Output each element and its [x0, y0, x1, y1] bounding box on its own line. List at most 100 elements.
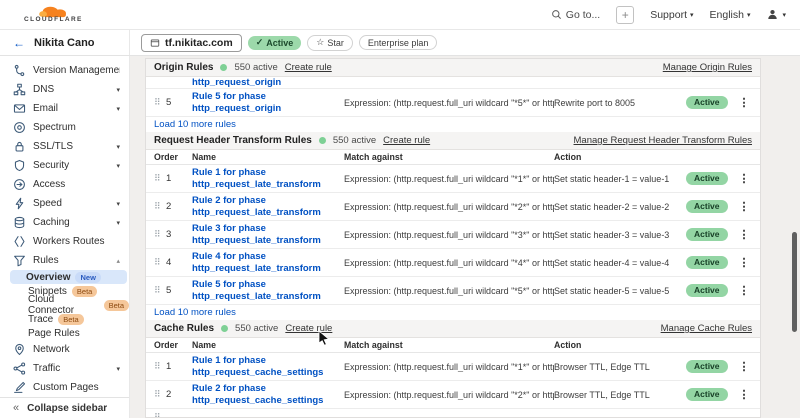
- rule-name-link[interactable]: Rule 1 for phasehttp_request_late_transf…: [192, 167, 344, 190]
- sidebar-item-access[interactable]: Access: [0, 175, 129, 194]
- sidebar-item-dns[interactable]: DNS▾: [0, 80, 129, 99]
- order-cell: 2: [166, 201, 192, 212]
- kebab-menu-icon[interactable]: ⋮: [736, 360, 752, 373]
- badge-new: New: [75, 272, 100, 283]
- status-badge: Active: [686, 284, 728, 297]
- rule-name-link[interactable]: Rule 5 for phasehttp_request_late_transf…: [192, 279, 344, 302]
- match-cell: Expression: (http.request.full_uri wildc…: [344, 174, 554, 184]
- drag-handle-icon[interactable]: ⠿: [154, 230, 166, 239]
- sidebar-subitem-trace[interactable]: TraceBeta: [0, 312, 129, 326]
- rule-name-link[interactable]: Rule 4 for phasehttp_request_late_transf…: [192, 251, 344, 274]
- kebab-menu-icon[interactable]: ⋮: [736, 388, 752, 401]
- manage-rules-link[interactable]: Manage Cache Rules: [661, 323, 752, 334]
- drag-handle-icon[interactable]: ⠿: [154, 286, 166, 295]
- drag-handle-icon[interactable]: ⠿: [154, 413, 166, 418]
- column-header: Order: [154, 152, 192, 162]
- rule-name-link[interactable]: Rule 2 for phasehttp_request_cache_setti…: [192, 383, 344, 406]
- sidebar-item-speed[interactable]: Speed▾: [0, 194, 129, 213]
- sidebar-item-rules[interactable]: Rules▴: [0, 251, 129, 270]
- account-name: Nikita Cano: [34, 37, 95, 49]
- drag-handle-icon[interactable]: ⠿: [154, 202, 166, 211]
- sidebar-item-security[interactable]: Security▾: [0, 156, 129, 175]
- create-rule-link[interactable]: Create rule: [285, 323, 332, 334]
- match-cell: Expression: (http.request.full_uri wildc…: [344, 230, 554, 240]
- sidebar-item-traffic[interactable]: Traffic▾: [0, 359, 129, 378]
- caching-icon: [13, 216, 26, 229]
- site-header-bar: ← Nikita Cano tf.nikitac.com ✓ Active ☆ …: [0, 30, 800, 56]
- action-cell: Set static header-1 = value-1: [554, 174, 686, 184]
- kebab-menu-icon[interactable]: ⋮: [736, 96, 752, 109]
- user-account-menu[interactable]: ▾: [766, 8, 786, 21]
- section-header-origin-rules: Origin Rules550 activeCreate ruleManage …: [146, 59, 760, 77]
- sidebar-item-network[interactable]: Network: [0, 340, 129, 359]
- drag-handle-icon[interactable]: ⠿: [154, 390, 166, 399]
- domain-selector[interactable]: tf.nikitac.com: [141, 34, 242, 52]
- rule-name-line: Rule 3 for phase: [192, 223, 344, 235]
- sidebar-subitem-page-rules[interactable]: Page Rules: [0, 326, 129, 340]
- manage-rules-link[interactable]: Manage Request Header Transform Rules: [574, 135, 752, 146]
- table-row: ⠿3Rule 3 for phasehttp_request_late_tran…: [146, 221, 760, 249]
- support-menu[interactable]: Support ▾: [650, 9, 693, 21]
- sidebar-item-label: Traffic: [33, 363, 60, 374]
- status-badge-wrap: Active: [686, 228, 736, 241]
- sidebar-item-version-management[interactable]: Version Management: [0, 61, 129, 80]
- sidebar-subitem-label: Trace: [28, 314, 53, 325]
- manage-rules-link[interactable]: Manage Origin Rules: [663, 62, 752, 73]
- language-label: English: [710, 9, 744, 21]
- sidebar-item-caching[interactable]: Caching▾: [0, 213, 129, 232]
- rule-name-link[interactable]: http_request_origin: [192, 77, 344, 89]
- drag-handle-icon[interactable]: ⠿: [154, 362, 166, 371]
- rule-name-link[interactable]: Rule 2 for phasehttp_request_late_transf…: [192, 195, 344, 218]
- column-header: Action: [554, 340, 752, 350]
- action-cell: Set static header-4 = value-4: [554, 258, 686, 268]
- custom-pages-icon: [13, 381, 26, 394]
- chevron-down-icon: ▾: [782, 11, 786, 19]
- rule-name-line: http_request_origin: [192, 103, 344, 115]
- sidebar-item-email[interactable]: Email▾: [0, 99, 129, 118]
- star-button[interactable]: ☆ Star: [307, 35, 353, 51]
- rule-name-link[interactable]: Rule 3 for phasehttp_request_late_transf…: [192, 223, 344, 246]
- go-to-search[interactable]: Go to...: [551, 9, 600, 21]
- drag-handle-icon[interactable]: ⠿: [154, 174, 166, 183]
- create-rule-link[interactable]: Create rule: [285, 62, 332, 73]
- rule-name-link[interactable]: Rule 5 for phasehttp_request_origin: [192, 91, 344, 114]
- column-header: Match against: [344, 340, 554, 350]
- status-badge-wrap: Active: [686, 360, 736, 373]
- kebab-menu-icon[interactable]: ⋮: [736, 256, 752, 269]
- collapse-sidebar-button[interactable]: « Collapse sidebar: [0, 397, 129, 418]
- sidebar-subitem-overview[interactable]: OverviewNew: [10, 270, 127, 284]
- kebab-menu-icon[interactable]: ⋮: [736, 228, 752, 241]
- create-rule-link[interactable]: Create rule: [383, 135, 430, 146]
- load-more-link[interactable]: Load 10 more rules: [154, 119, 236, 130]
- table-row: ⠿4Rule 4 for phasehttp_request_late_tran…: [146, 249, 760, 277]
- status-badge: Active: [686, 200, 728, 213]
- kebab-menu-icon[interactable]: ⋮: [736, 200, 752, 213]
- section-title: Cache Rules: [154, 323, 214, 334]
- cloudflare-logo[interactable]: CLOUDFLARE: [24, 5, 83, 24]
- language-menu[interactable]: English ▾: [710, 9, 751, 21]
- drag-handle-icon[interactable]: ⠿: [154, 258, 166, 267]
- match-cell: Expression: (http.request.full_uri wildc…: [344, 390, 554, 400]
- section-title: Origin Rules: [154, 62, 213, 73]
- plan-badge: Enterprise plan: [359, 35, 438, 50]
- kebab-menu-icon[interactable]: ⋮: [736, 172, 752, 185]
- sidebar-item-workers-routes[interactable]: Workers Routes: [0, 232, 129, 251]
- kebab-menu-icon[interactable]: ⋮: [736, 284, 752, 297]
- drag-handle-icon[interactable]: ⠿: [154, 98, 166, 107]
- sidebar-item-spectrum[interactable]: Spectrum: [0, 118, 129, 137]
- sidebar-item-ssl-tls[interactable]: SSL/TLS▾: [0, 137, 129, 156]
- rule-name-link[interactable]: Rule 1 for phasehttp_request_cache_setti…: [192, 355, 344, 378]
- status-badge-wrap: Active: [686, 172, 736, 185]
- sidebar-item-custom-pages[interactable]: Custom Pages: [0, 378, 129, 397]
- rule-name-line: http_request_cache_settings: [192, 367, 344, 379]
- sidebar-item-label: SSL/TLS: [33, 141, 73, 152]
- sidebar-subitem-cloud-connector[interactable]: Cloud ConnectorBeta: [0, 298, 129, 312]
- sidebar-item-label: Workers Routes: [33, 236, 105, 247]
- vertical-scrollbar-thumb[interactable]: [792, 232, 797, 332]
- rules-icon: [13, 254, 26, 267]
- status-badge-wrap: Active: [686, 388, 736, 401]
- load-more-link[interactable]: Load 10 more rules: [154, 307, 236, 318]
- back-arrow-icon[interactable]: ←: [13, 36, 25, 50]
- add-site-button[interactable]: +: [616, 6, 634, 24]
- email-icon: [13, 102, 26, 115]
